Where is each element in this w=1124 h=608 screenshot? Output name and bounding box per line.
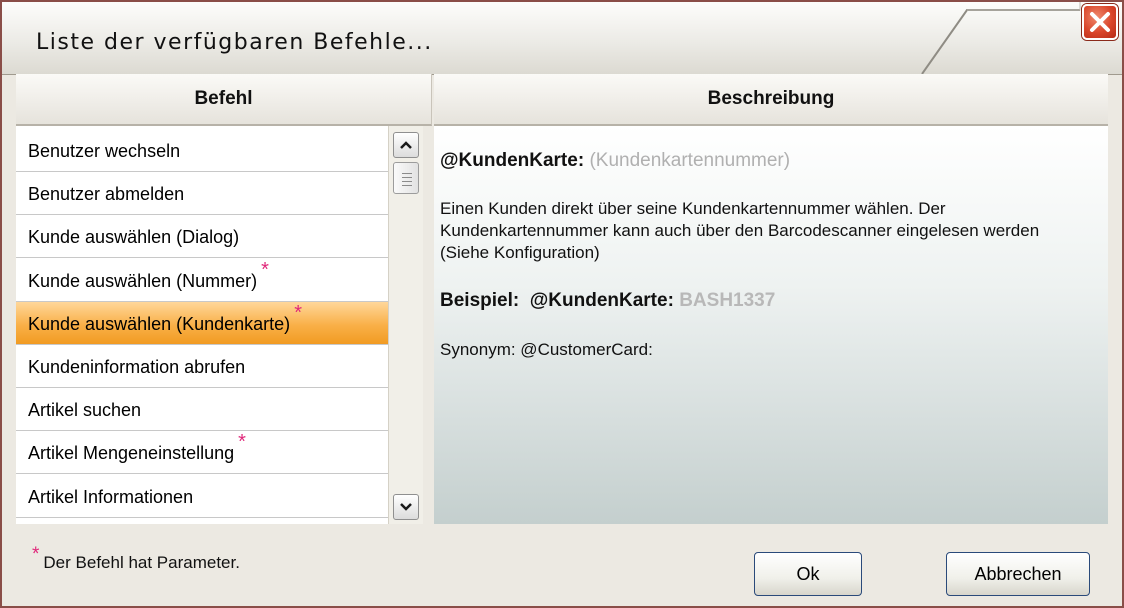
column-header-command: Befehl	[16, 74, 432, 126]
list-item[interactable]: Kundeninformation abrufen	[16, 345, 388, 388]
list-item-label: Artikel Mengeneinstellung	[28, 443, 235, 464]
list-item-label: Kunde auswählen (Dialog)	[28, 227, 240, 248]
window-title: Liste der verfügbaren Befehle...	[36, 30, 433, 55]
list-item-label: Benutzer wechseln	[28, 141, 181, 161]
close-icon	[1090, 12, 1110, 32]
parameter-star-icon: *	[238, 431, 246, 454]
column-header-description: Beschreibung	[434, 74, 1108, 126]
parameter-star-icon: *	[32, 544, 40, 565]
description-panel: @KundenKarte: (Kundenkartennummer) Einen…	[434, 126, 1108, 524]
command-name: @KundenKarte:	[440, 150, 585, 171]
list-item[interactable]: Benutzer abmelden	[16, 172, 388, 216]
list-item-label: Artikel Informationen	[28, 486, 194, 507]
list-item-label: Artikel suchen	[28, 400, 142, 421]
list-item-label: Benutzer abmelden	[28, 184, 185, 205]
command-example: Beispiel: @KundenKarte: BASH1337	[440, 290, 1108, 312]
list-item[interactable]: Kunde auswählen (Dialog)	[16, 215, 388, 259]
list-item[interactable]: Artikel Informationen	[16, 474, 388, 518]
command-list[interactable]: Benutzer wechseln Benutzer abmelden Kund…	[16, 126, 388, 524]
command-list-dialog: Liste der verfügbaren Befehle... Befehl …	[0, 0, 1124, 608]
close-button[interactable]	[1082, 4, 1118, 40]
parameter-star-icon: *	[261, 258, 269, 281]
list-item[interactable]: Artikel Mengeneinstellung *	[16, 431, 388, 475]
chevron-down-icon	[400, 503, 412, 511]
scroll-up-button[interactable]	[393, 132, 419, 158]
cancel-button[interactable]: Abbrechen	[946, 552, 1090, 596]
list-item-label: Kunde auswählen (Nummer)	[28, 270, 258, 291]
command-syntax: @KundenKarte: (Kundenkartennummer)	[440, 150, 1108, 172]
list-item-label: Kundeninformation abrufen	[28, 356, 246, 377]
example-value: BASH1337	[679, 290, 776, 311]
list-item[interactable]: Artikel suchen	[16, 388, 388, 432]
parameter-footnote: * Der Befehl hat Parameter.	[32, 544, 240, 574]
chevron-up-icon	[400, 141, 412, 149]
parameter-star-icon: *	[294, 301, 302, 324]
ok-button[interactable]: Ok	[754, 552, 862, 596]
example-label: Beispiel:	[440, 290, 520, 311]
command-synonym: Synonym: @CustomerCard:	[440, 340, 653, 359]
scroll-thumb[interactable]	[393, 162, 419, 194]
command-description: Einen Kunden direkt über seine Kundenkar…	[440, 199, 1040, 262]
example-command: @KundenKarte:	[529, 290, 674, 311]
footnote-text: Der Befehl hat Parameter.	[43, 553, 240, 572]
vertical-scrollbar[interactable]	[388, 126, 423, 524]
title-bar[interactable]: Liste der verfügbaren Befehle...	[2, 2, 1122, 75]
list-item[interactable]: Kunde auswählen (Nummer) *	[16, 258, 388, 302]
command-parameter: (Kundenkartennummer)	[589, 150, 791, 171]
list-item-label: Kunde auswählen (Kundenkarte)	[28, 313, 291, 334]
scroll-down-button[interactable]	[393, 494, 419, 520]
list-item-selected[interactable]: Kunde auswählen (Kundenkarte) *	[16, 301, 388, 345]
list-item[interactable]: Benutzer wechseln	[16, 126, 388, 172]
